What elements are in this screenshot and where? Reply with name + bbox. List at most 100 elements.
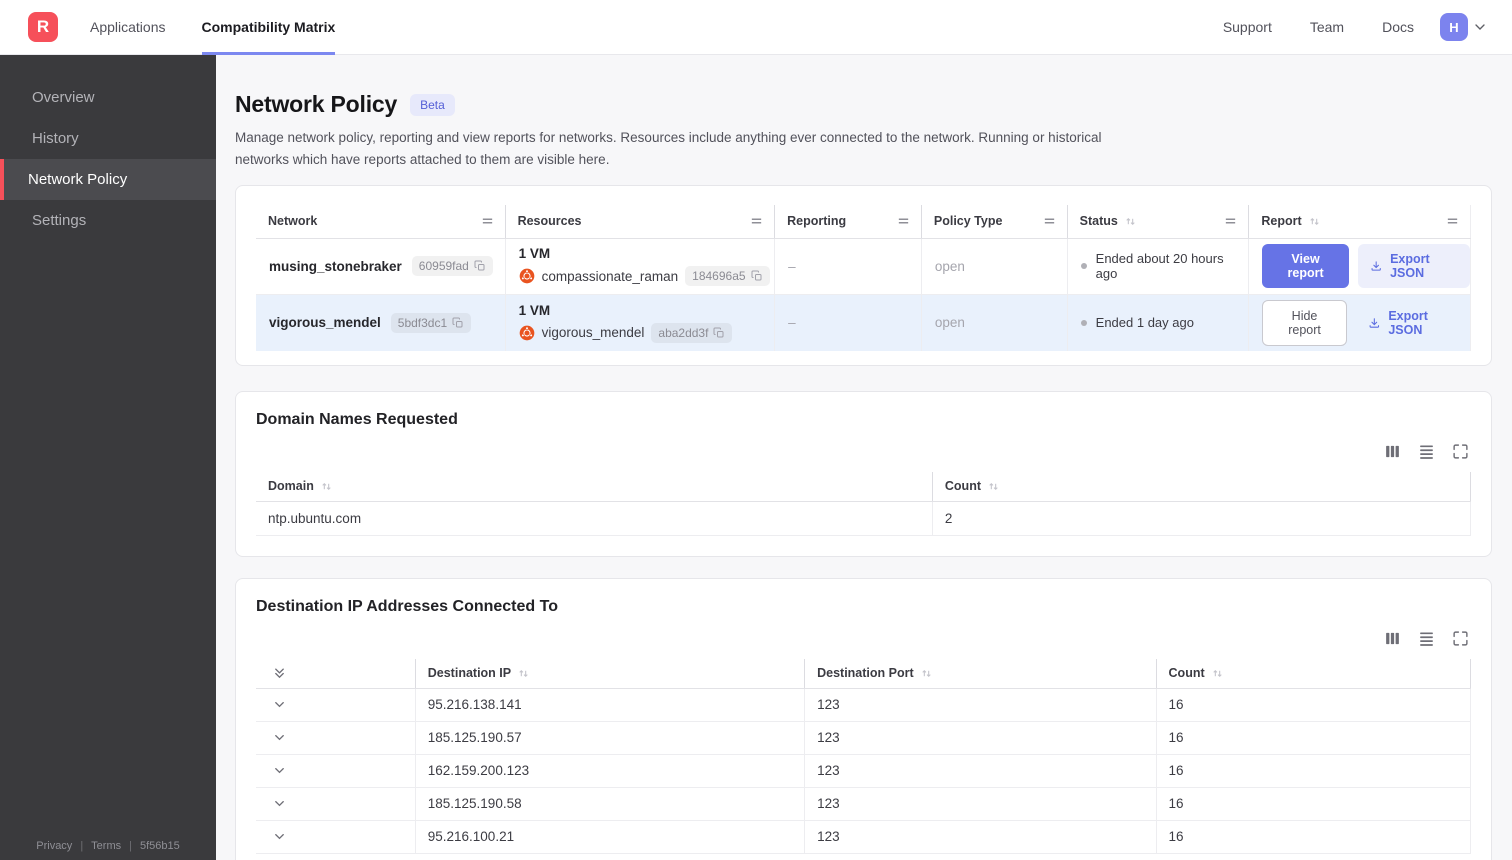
ip-row: 185.125.190.57 123 16: [256, 721, 1472, 755]
fullscreen-icon[interactable]: [1452, 630, 1469, 647]
expand-row-icon[interactable]: [272, 697, 287, 712]
main-content: Network Policy Beta Manage network polic…: [216, 55, 1512, 860]
table-toolbar: [256, 443, 1469, 460]
sidebar-footer: Privacy | Terms | 5f56b15: [0, 840, 216, 852]
column-resize-handle[interactable]: [1223, 214, 1238, 228]
column-header-resources: Resources: [517, 214, 582, 229]
sort-icon[interactable]: [517, 667, 530, 680]
footer-divider: |: [80, 840, 84, 852]
sort-icon[interactable]: [1211, 667, 1224, 680]
reporting-value: –: [775, 238, 922, 294]
count-value: 16: [1157, 787, 1472, 820]
column-resize-handle[interactable]: [1445, 214, 1460, 228]
network-row-selected: vigorous_mendel 5bdf3dc1 1 VM vigorous_m…: [256, 294, 1471, 351]
domains-card-title: Domain Names Requested: [256, 410, 458, 428]
destination-ip-value: 95.216.100.21: [416, 820, 806, 853]
page-description: Manage network policy, reporting and vie…: [235, 130, 1102, 167]
resource-name: compassionate_raman: [541, 268, 679, 284]
status-text: Ended 1 day ago: [1095, 315, 1194, 331]
reporting-value: –: [775, 294, 922, 351]
domains-table-header: Domain Count: [256, 471, 1471, 502]
resource-name: vigorous_mendel: [541, 325, 645, 341]
destination-ip-value: 162.159.200.123: [416, 754, 806, 787]
sort-icon[interactable]: [1308, 215, 1321, 228]
link-team[interactable]: Team: [1310, 19, 1344, 35]
nav-links: Support Team Docs: [1223, 19, 1414, 35]
network-name: musing_stonebraker: [269, 258, 402, 274]
hide-report-button[interactable]: Hide report: [1262, 299, 1347, 346]
rows-icon[interactable]: [1418, 443, 1435, 460]
export-json-button[interactable]: Export JSON: [1357, 244, 1470, 289]
copy-icon[interactable]: [713, 327, 725, 339]
sort-icon[interactable]: [987, 480, 1000, 493]
ip-row: 95.216.138.141 123 16: [256, 688, 1472, 722]
chevron-down-icon: [1472, 19, 1488, 35]
fullscreen-icon[interactable]: [1452, 443, 1469, 460]
column-header-destination-port: Destination Port: [817, 666, 914, 681]
download-icon: [1370, 259, 1382, 273]
ips-card-title: Destination IP Addresses Connected To: [256, 597, 558, 615]
status-text: Ended about 20 hours ago: [1095, 251, 1224, 282]
resource-hash-badge: aba2dd3f: [651, 322, 733, 343]
domain-value: ntp.ubuntu.com: [256, 501, 933, 535]
ip-row: 95.216.100.21 123 16: [256, 820, 1472, 854]
columns-icon[interactable]: [1384, 630, 1401, 647]
column-header-status: Status: [1079, 214, 1118, 229]
sidebar-item-history[interactable]: History: [0, 118, 216, 159]
rows-icon[interactable]: [1418, 630, 1435, 647]
column-resize-handle[interactable]: [480, 214, 495, 228]
sort-icon[interactable]: [920, 667, 933, 680]
link-docs[interactable]: Docs: [1382, 19, 1414, 35]
sidebar: Overview History Network Policy Settings…: [0, 55, 216, 860]
count-value: 16: [1157, 721, 1472, 754]
sort-icon[interactable]: [1124, 215, 1137, 228]
copy-icon[interactable]: [474, 260, 486, 272]
columns-icon[interactable]: [1384, 443, 1401, 460]
copy-icon[interactable]: [452, 317, 464, 329]
terms-link[interactable]: Terms: [91, 840, 121, 852]
download-icon: [1368, 316, 1381, 330]
count-value: 16: [1157, 688, 1472, 721]
page-title: Network Policy: [235, 91, 398, 117]
policy-type-value: open: [922, 238, 1068, 294]
nav-tabs: Applications Compatibility Matrix: [90, 0, 336, 55]
vm-count: 1 VM: [518, 302, 551, 318]
expand-row-icon[interactable]: [272, 763, 287, 778]
view-report-button[interactable]: View report: [1262, 244, 1349, 289]
status-dot: [1080, 319, 1087, 326]
copy-icon[interactable]: [751, 270, 763, 282]
app-logo[interactable]: R: [28, 12, 58, 42]
column-resize-handle[interactable]: [896, 214, 911, 228]
destination-ip-value: 185.125.190.57: [416, 721, 806, 754]
destination-port-value: 123: [805, 787, 1157, 820]
domain-row: ntp.ubuntu.com 2: [256, 501, 1471, 536]
privacy-link[interactable]: Privacy: [36, 840, 72, 852]
expand-row-icon[interactable]: [272, 796, 287, 811]
column-header-destination-ip: Destination IP: [427, 666, 512, 681]
column-resize-handle[interactable]: [1042, 214, 1057, 228]
expand-row-icon[interactable]: [272, 730, 287, 745]
destination-ip-value: 185.125.190.58: [416, 787, 806, 820]
beta-badge: Beta: [410, 93, 455, 116]
avatar[interactable]: H: [1440, 13, 1468, 41]
ip-row: 185.125.190.58 123 16: [256, 787, 1472, 821]
sidebar-item-overview[interactable]: Overview: [0, 77, 216, 118]
sidebar-item-settings[interactable]: Settings: [0, 200, 216, 241]
destination-ip-value: 95.216.138.141: [416, 688, 806, 721]
export-json-button[interactable]: Export JSON: [1356, 301, 1470, 345]
sort-icon[interactable]: [320, 480, 333, 493]
sidebar-item-network-policy[interactable]: Network Policy: [0, 159, 216, 200]
link-support[interactable]: Support: [1223, 19, 1272, 35]
count-value: 2: [933, 501, 1471, 535]
column-resize-handle[interactable]: [749, 214, 764, 228]
tab-compatibility-matrix[interactable]: Compatibility Matrix: [201, 0, 336, 55]
policy-type-value: open: [922, 294, 1068, 351]
ips-table-header: Destination IP Destination Port Count: [256, 658, 1472, 689]
expand-row-icon[interactable]: [272, 829, 287, 844]
tab-applications[interactable]: Applications: [90, 0, 166, 55]
column-header-count: Count: [944, 479, 981, 494]
expand-all-icon[interactable]: [272, 666, 287, 681]
ubuntu-icon: [519, 268, 535, 284]
user-menu[interactable]: H: [1440, 13, 1488, 41]
column-header-reporting: Reporting: [787, 214, 847, 229]
